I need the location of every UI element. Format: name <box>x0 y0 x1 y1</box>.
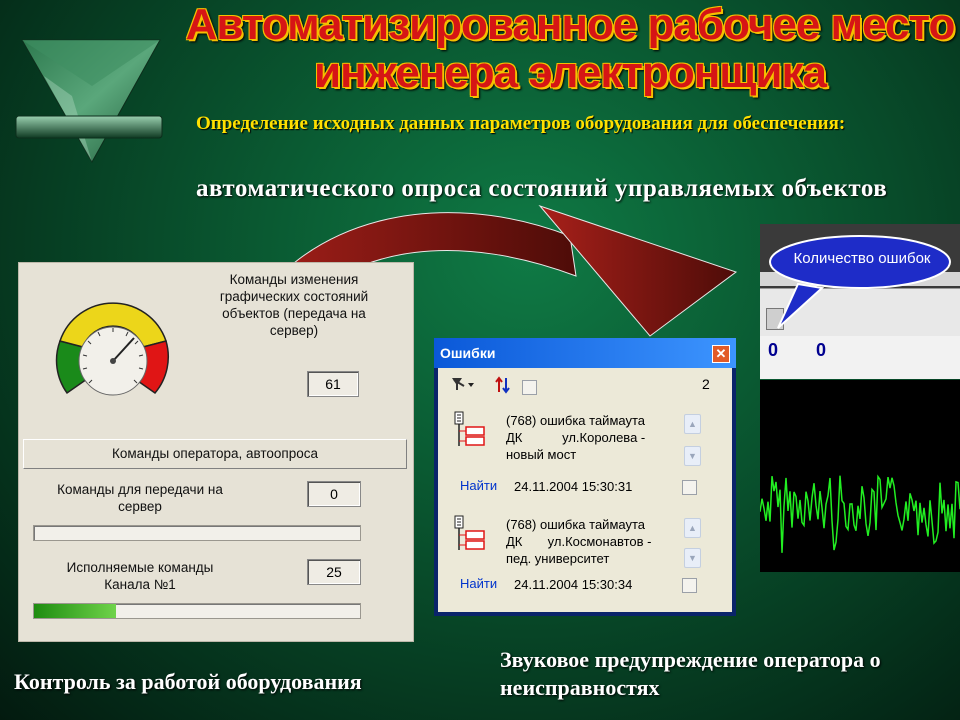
error-2-line3: пед. университет <box>506 551 610 566</box>
sort-arrows-icon[interactable] <box>494 376 512 394</box>
load-gauge <box>55 302 169 396</box>
subtitle-definition: Определение исходных данных параметров о… <box>196 113 846 134</box>
error-count-bubble-label: Количество ошибок <box>793 250 931 267</box>
errors-window-title: Ошибки <box>434 338 736 368</box>
equipment-control-caption: Контроль за работой оборудования <box>14 669 362 694</box>
error-1-line2: ДК ул.Королева - <box>506 430 646 445</box>
filter-dropdown-icon[interactable] <box>450 376 476 392</box>
errors-window: Ошибки ✕ 2 (768) ошибка таймаута ДК ул.К… <box>434 338 736 616</box>
error-counter-value-2: 0 <box>816 340 827 360</box>
errors-window-body: 2 (768) ошибка таймаута ДК ул.Королева -… <box>438 368 732 612</box>
commands-graphic-count: 61 <box>307 371 359 397</box>
error-1-line1: (768) ошибка таймаута <box>506 413 646 428</box>
speech-bubble <box>769 235 951 329</box>
pyramid-logo <box>15 39 163 164</box>
error-1-line3: новый мост <box>506 447 577 462</box>
sound-warning-caption: Звуковое предупреждение оператора о неис… <box>500 647 881 700</box>
error-2-scroll-up-icon[interactable]: ▲ <box>684 518 701 538</box>
sound-wave-display <box>759 380 960 572</box>
executing-progress-fill <box>34 604 116 618</box>
send-commands-count: 0 <box>307 481 361 507</box>
equipment-monitor-panel: Команды изменения графических состояний … <box>18 262 414 642</box>
error-counter-value-1: 0 <box>768 340 779 360</box>
commands-graphic-label: Команды изменения графических состояний … <box>219 272 369 338</box>
executing-commands-count: 25 <box>307 559 361 585</box>
page-title-line2: инженера электронщика <box>314 48 827 97</box>
error-2-timestamp: 24.11.2004 15:30:34 <box>514 577 633 592</box>
error-2-scroll-down-icon[interactable]: ▼ <box>684 548 701 568</box>
close-button[interactable]: ✕ <box>712 345 730 363</box>
error-2-line1: (768) ошибка таймаута <box>506 517 646 532</box>
error-1-timestamp: 24.11.2004 15:30:31 <box>514 479 633 494</box>
error-2-line2: ДК ул.Космонавтов - <box>506 534 652 549</box>
error-1-scroll-down-icon[interactable]: ▼ <box>684 446 701 466</box>
operator-commands-group: Команды оператора, автоопроса <box>23 439 407 469</box>
send-commands-label: Команды для передачи на сервер <box>57 482 223 514</box>
page-title-line1: Автоматизированное рабочее место <box>185 0 956 49</box>
toolbar-checkbox[interactable] <box>522 380 537 395</box>
error-1-find-link[interactable]: Найти <box>460 478 497 493</box>
error-2-checkbox[interactable] <box>682 578 697 593</box>
signal-device-icon <box>454 411 485 446</box>
error-2-find-link[interactable]: Найти <box>460 576 497 591</box>
send-progress-bar <box>33 525 361 541</box>
sound-wave-graph <box>759 474 960 553</box>
error-1-checkbox[interactable] <box>682 480 697 495</box>
error-1-scroll-up-icon[interactable]: ▲ <box>684 414 701 434</box>
signal-device-icon <box>454 515 485 550</box>
errors-count: 2 <box>702 376 710 392</box>
executing-progress-bar <box>33 603 361 619</box>
executing-commands-label: Исполняемые команды Канала №1 <box>66 560 214 592</box>
